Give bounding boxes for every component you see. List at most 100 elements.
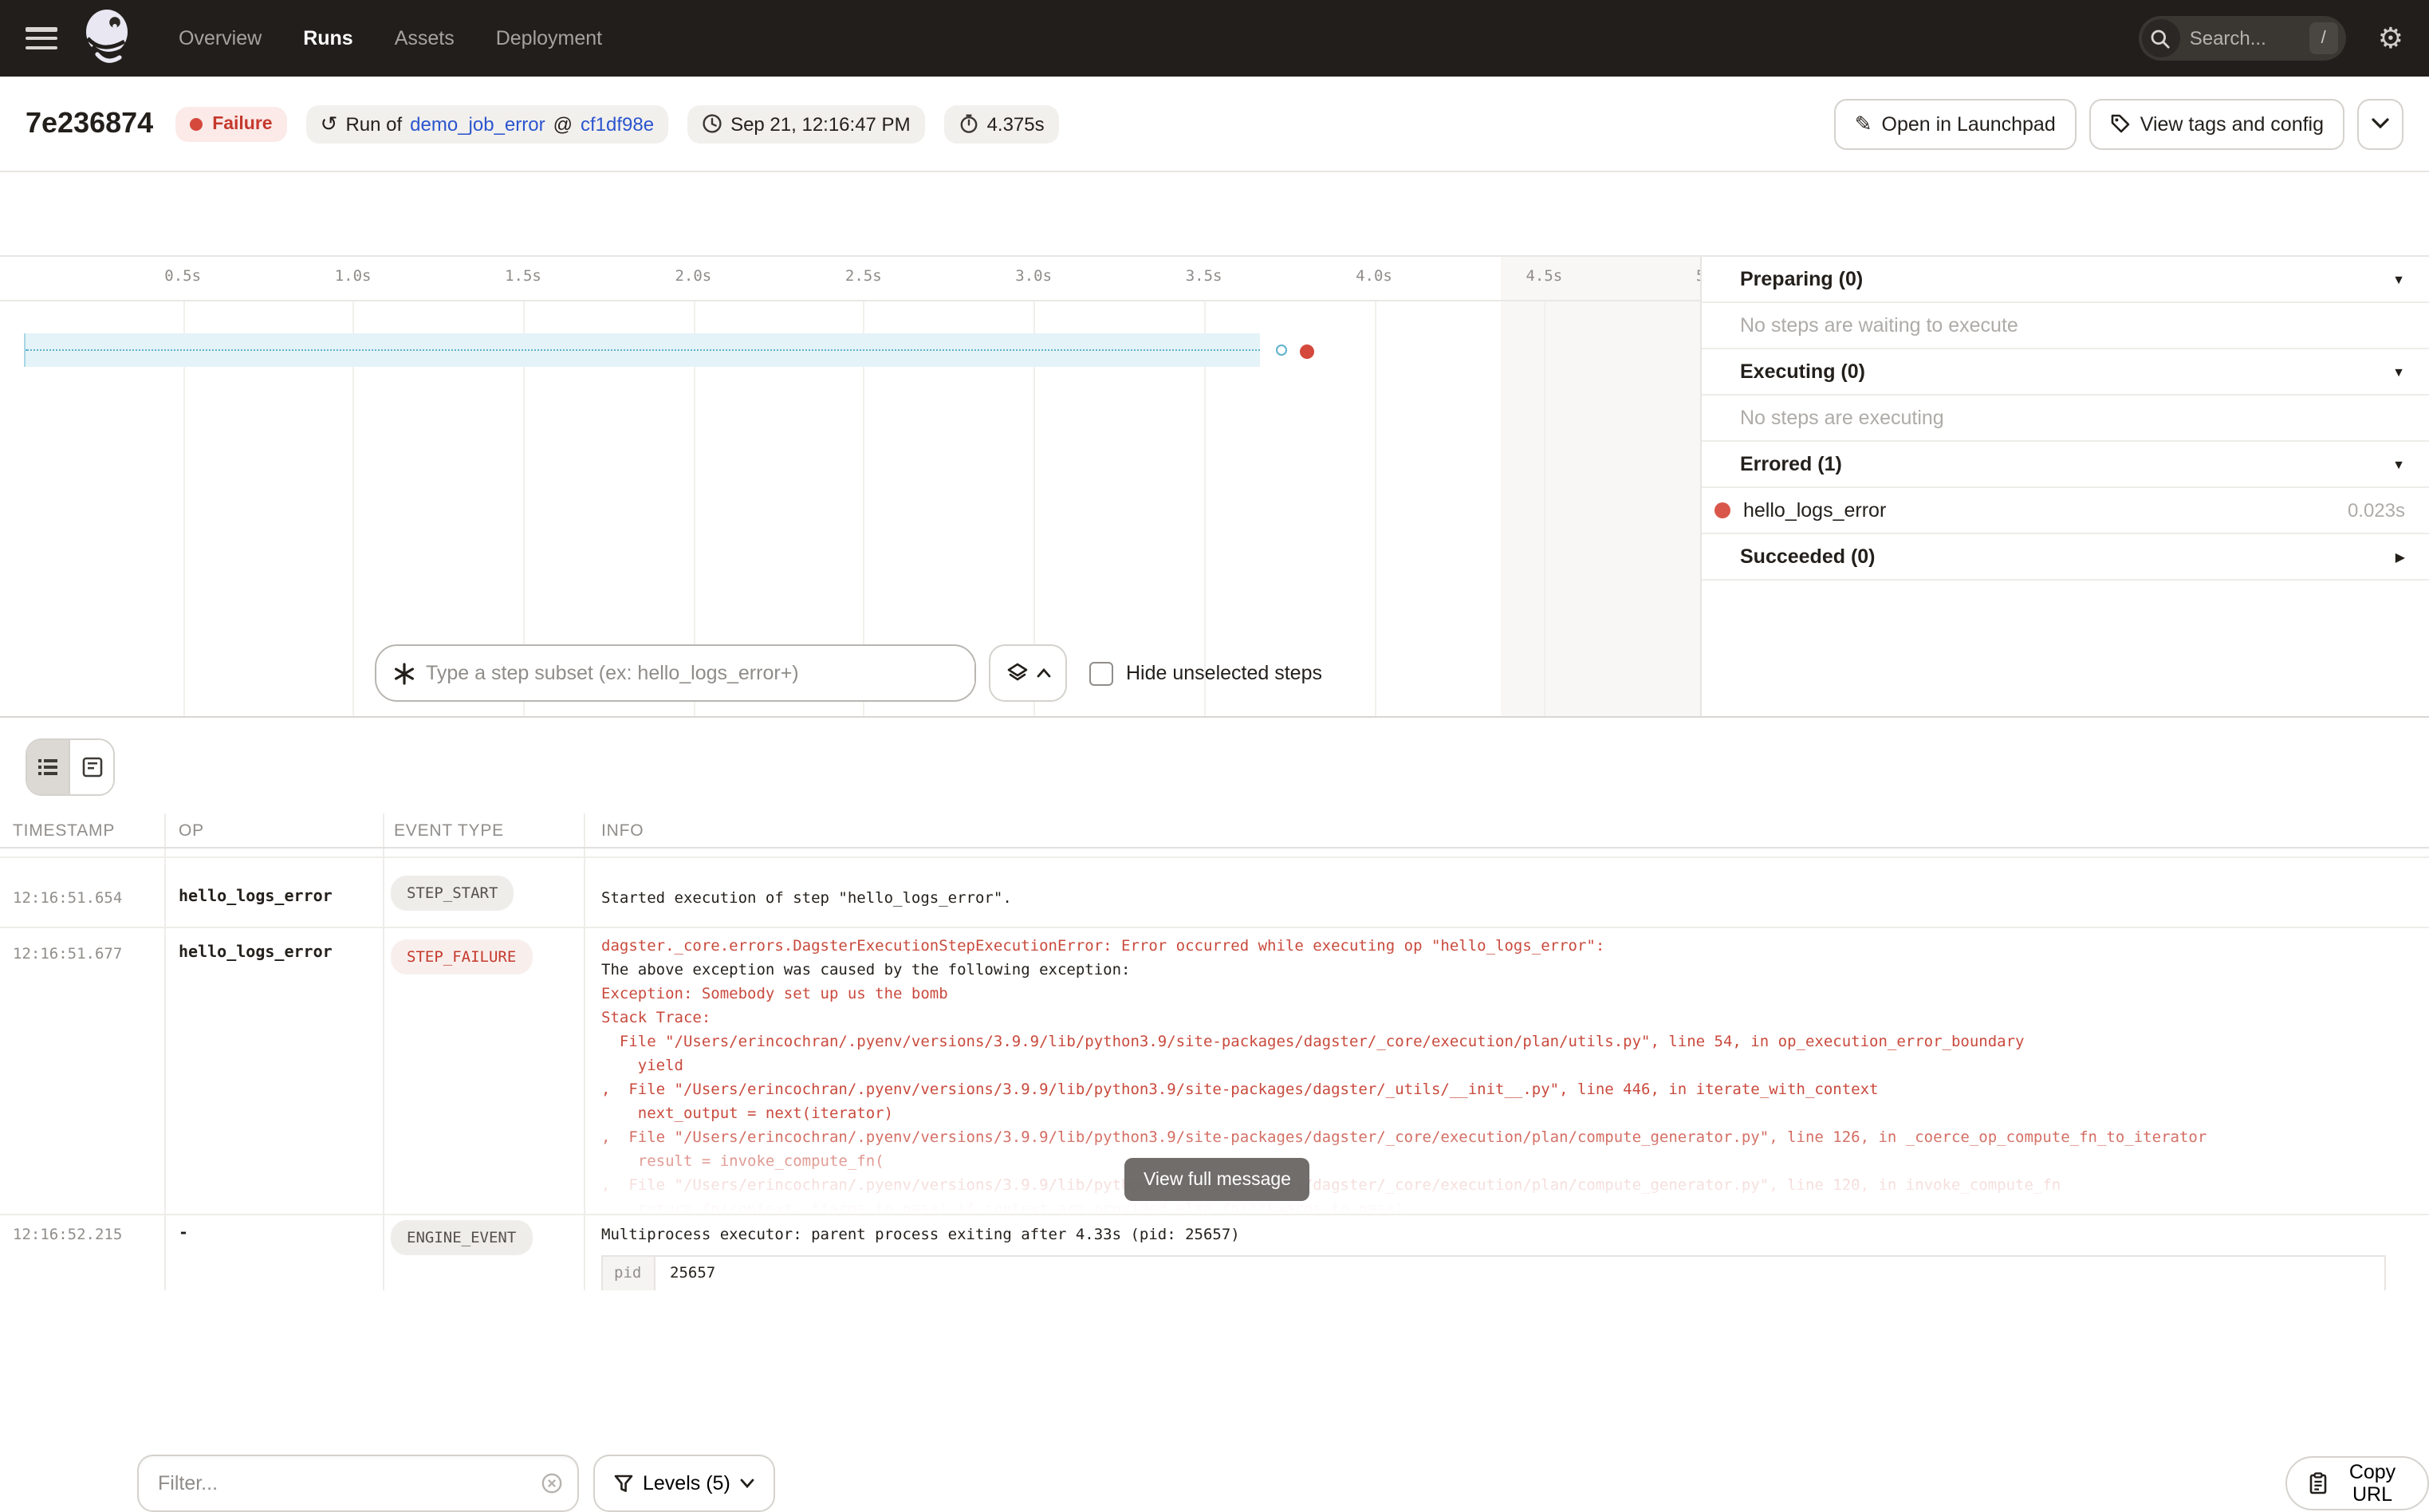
axis-tick: 3.5s bbox=[1186, 268, 1222, 285]
step-start-marker[interactable] bbox=[1276, 345, 1287, 356]
clock-icon bbox=[702, 113, 722, 134]
settings-gear-icon[interactable]: ⚙ bbox=[2378, 24, 2403, 53]
chevron-up-icon bbox=[1036, 668, 1050, 678]
nav-item-runs[interactable]: Runs bbox=[303, 27, 353, 49]
step-status-panel: Preparing (0)▼ No steps are waiting to e… bbox=[1700, 257, 2429, 716]
hide-unselected-label: Hide unselected steps bbox=[1126, 662, 1322, 684]
header-divider bbox=[0, 847, 2429, 849]
row-divider bbox=[0, 856, 2429, 858]
step-failure-marker[interactable] bbox=[1300, 344, 1314, 358]
column-divider bbox=[382, 813, 384, 1290]
run-status-badge: Failure bbox=[175, 106, 286, 141]
section-errored[interactable]: Errored (1)▼ bbox=[1702, 442, 2429, 488]
log-table: TIMESTAMP OP EVENT TYPE INFO 12:16:51.65… bbox=[0, 813, 2429, 1290]
dagster-logo-icon[interactable] bbox=[80, 6, 137, 70]
open-in-launchpad-button[interactable]: ✎ Open in Launchpad bbox=[1834, 98, 2077, 149]
chevron-down-icon bbox=[740, 1479, 754, 1488]
axis-tick: 3.0s bbox=[1015, 268, 1052, 285]
nav-item-overview[interactable]: Overview bbox=[179, 27, 262, 49]
metadata-value: 25657 bbox=[655, 1257, 2384, 1290]
global-search[interactable]: / bbox=[2139, 16, 2346, 61]
caret-down-icon[interactable]: ▼ bbox=[2392, 272, 2405, 286]
op-selector-icon bbox=[392, 661, 416, 685]
gantt-chart[interactable]: 0.5s 1.0s 1.5s 2.0s 2.5s 3.0s 3.5s 4.0s … bbox=[0, 257, 1700, 716]
row-divider bbox=[0, 1213, 2429, 1215]
top-nav: Overview Runs Assets Deployment / ⚙ bbox=[0, 0, 2429, 77]
nav-item-deployment[interactable]: Deployment bbox=[496, 27, 602, 49]
clear-filter-icon[interactable] bbox=[541, 1472, 563, 1494]
column-header-timestamp: TIMESTAMP bbox=[13, 813, 115, 847]
run-header: 7e236874 Failure ↺ Run of demo_job_error… bbox=[0, 77, 2429, 172]
hide-unselected-checkbox[interactable] bbox=[1089, 661, 1113, 685]
axis-tick: 1.0s bbox=[335, 268, 372, 285]
funnel-icon bbox=[614, 1474, 633, 1493]
error-message-block: dagster._core.errors.DagsterExecutionSte… bbox=[601, 935, 2411, 1212]
layers-icon bbox=[1006, 662, 1028, 684]
step-subset-row: Hide unselected steps bbox=[375, 644, 1322, 702]
log-filter-field[interactable] bbox=[137, 1455, 579, 1512]
event-type-badge: ENGINE_EVENT bbox=[391, 1220, 532, 1255]
log-view-mode-group bbox=[26, 738, 115, 796]
section-succeeded[interactable]: Succeeded (0)▶ bbox=[1702, 534, 2429, 581]
step-duration: 0.023s bbox=[2348, 499, 2405, 522]
axis-tick: 2.5s bbox=[845, 268, 882, 285]
step-subset-input[interactable] bbox=[426, 662, 974, 684]
failure-dot-icon bbox=[190, 117, 203, 130]
search-shortcut-key: / bbox=[2309, 22, 2338, 54]
run-timestamp-pill: Sep 21, 12:16:47 PM bbox=[687, 104, 925, 143]
executing-empty-message: No steps are executing bbox=[1702, 396, 2429, 442]
axis-tick: 4.5s bbox=[1526, 268, 1562, 285]
copy-url-button[interactable]: Copy URL bbox=[2285, 1456, 2429, 1510]
search-input[interactable] bbox=[2190, 27, 2309, 49]
column-divider bbox=[163, 813, 165, 1290]
run-id-title: 7e236874 bbox=[26, 107, 153, 140]
stopwatch-icon bbox=[959, 113, 979, 134]
event-type-badge: STEP_FAILURE bbox=[391, 939, 532, 975]
tag-icon bbox=[2110, 113, 2131, 134]
job-link[interactable]: demo_job_error bbox=[410, 112, 545, 135]
commit-link[interactable]: cf1df98e bbox=[581, 112, 654, 135]
column-header-info: INFO bbox=[601, 813, 644, 847]
chevron-down-icon bbox=[2372, 118, 2389, 129]
gantt-toolbar: Hide not started steps Re-execute all (*… bbox=[0, 172, 2429, 257]
structured-logs-icon[interactable] bbox=[70, 740, 113, 794]
row-divider bbox=[0, 926, 2429, 927]
metadata-key: pid bbox=[603, 1257, 655, 1290]
after-run-end-shade bbox=[1501, 257, 1700, 716]
section-preparing[interactable]: Preparing (0)▼ bbox=[1702, 257, 2429, 303]
caret-right-icon[interactable]: ▶ bbox=[2396, 549, 2405, 564]
caret-down-icon[interactable]: ▼ bbox=[2392, 364, 2405, 379]
run-duration-pill: 4.375s bbox=[944, 104, 1059, 143]
clipboard-icon bbox=[2308, 1472, 2329, 1494]
column-header-event-type: EVENT TYPE bbox=[394, 813, 504, 847]
log-toolbar: Levels (5) Copy URL bbox=[0, 716, 2429, 813]
log-filter-input[interactable] bbox=[158, 1472, 541, 1494]
gridline bbox=[1544, 301, 1545, 716]
axis-tick: 0.5s bbox=[164, 268, 201, 285]
axis-line bbox=[0, 300, 1700, 301]
search-icon bbox=[2142, 19, 2180, 57]
errored-step-row[interactable]: hello_logs_error 0.023s bbox=[1702, 488, 2429, 534]
view-tags-config-button[interactable]: View tags and config bbox=[2089, 98, 2344, 149]
nav-links: Overview Runs Assets Deployment bbox=[179, 27, 602, 49]
run-actions-dropdown-button[interactable] bbox=[2357, 98, 2403, 149]
section-executing[interactable]: Executing (0)▼ bbox=[1702, 349, 2429, 396]
axis-tick: 1.5s bbox=[505, 268, 541, 285]
event-type-badge: STEP_START bbox=[391, 876, 514, 911]
dagster-run-page: Overview Runs Assets Deployment / ⚙ 7e23… bbox=[0, 0, 2429, 1290]
view-full-message-button[interactable]: View full message bbox=[1124, 1158, 1310, 1201]
event-metadata-table: pid 25657 bbox=[601, 1255, 2386, 1290]
history-icon: ↺ bbox=[321, 113, 338, 134]
graph-query-toggle-button[interactable] bbox=[989, 644, 1067, 702]
axis-tick: 2.0s bbox=[675, 268, 711, 285]
pencil-icon: ✎ bbox=[1855, 113, 1872, 134]
preparing-empty-message: No steps are waiting to execute bbox=[1702, 303, 2429, 349]
nav-item-assets[interactable]: Assets bbox=[395, 27, 455, 49]
unstructured-logs-icon[interactable] bbox=[27, 740, 70, 794]
gridline bbox=[1374, 301, 1376, 716]
axis-tick: 4.0s bbox=[1356, 268, 1392, 285]
caret-down-icon[interactable]: ▼ bbox=[2392, 457, 2405, 471]
step-subset-field[interactable] bbox=[375, 644, 976, 702]
levels-filter-button[interactable]: Levels (5) bbox=[593, 1455, 775, 1512]
hamburger-menu-icon[interactable] bbox=[26, 27, 57, 49]
